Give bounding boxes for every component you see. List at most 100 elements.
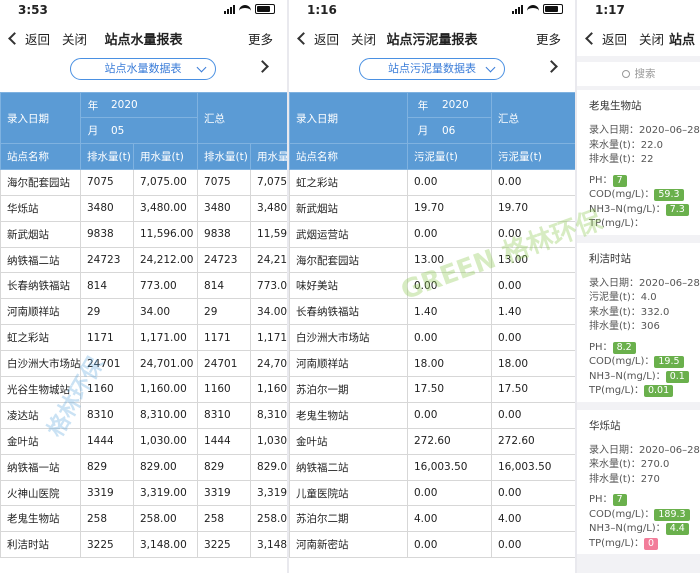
page-title: 站点污泥量报表 xyxy=(386,33,478,48)
entry-date-header: 录入日期 xyxy=(289,92,408,144)
station-detail: 污泥量(t)：4.0 xyxy=(589,292,657,303)
table-row[interactable]: 儿童医院站 0.00 0.00 xyxy=(289,479,575,507)
value-cell: 13.00 xyxy=(407,246,492,274)
wifi-icon xyxy=(527,4,539,14)
year-value[interactable]: 2020 xyxy=(105,99,138,111)
table-row[interactable]: 味好美站 0.00 0.00 xyxy=(289,272,575,300)
value-cell: 1,171.00 xyxy=(132,324,199,352)
cod-label: COD(mg/L)： xyxy=(589,356,655,367)
value-cell: 0.00 xyxy=(491,168,575,196)
table-row[interactable]: 苏泊尔一期 17.50 17.50 xyxy=(289,376,575,403)
station-name-cell: 海尔配套园站 xyxy=(0,168,81,196)
month-value[interactable]: 06 xyxy=(438,125,455,137)
tp-label: TP(mg/L)： xyxy=(589,385,644,396)
value-cell: 8310 xyxy=(197,401,252,429)
value-cell: 0.00 xyxy=(407,272,492,300)
table-row[interactable]: 新武烟站983811,596.00983811,596. xyxy=(0,220,287,248)
ph-row: PH： 7 xyxy=(589,171,700,187)
column-header: 站点名称 xyxy=(289,143,408,170)
status-time: 3:53 xyxy=(18,3,48,17)
table-row[interactable]: 纳铁福一站829829.00829829.00 xyxy=(0,453,287,481)
table-row[interactable]: 虹之彩站11711,171.0011711,171.0 xyxy=(0,324,287,352)
table-row[interactable]: 白沙洲大市场站2470124,701.002470124,701. xyxy=(0,350,287,378)
station-name-cell: 长春纳铁福站 xyxy=(289,298,408,326)
next-chevron-icon[interactable] xyxy=(256,60,269,73)
value-cell: 19.70 xyxy=(491,194,575,222)
table-row[interactable]: 河南新密站 0.00 0.00 xyxy=(289,531,575,559)
table-row[interactable]: 金叶站 272.60 272.60 xyxy=(289,427,575,455)
value-cell: 3,148.00 xyxy=(132,531,199,559)
value-cell: 272.60 xyxy=(407,427,492,455)
table-row[interactable]: 河南顺祥站 18.00 18.00 xyxy=(289,350,575,378)
value-cell: 258.00 xyxy=(250,505,287,533)
value-cell: 4.00 xyxy=(491,505,575,533)
station-card[interactable]: 华烁站 录入日期：2020–06–28 来水量(t)：270.0 排水量(t)：270… xyxy=(577,409,700,554)
value-cell: 773.00 xyxy=(250,272,287,300)
table-row[interactable]: 武烟运营站 0.00 0.00 xyxy=(289,220,575,248)
summary-header: 汇总 xyxy=(197,92,287,144)
next-chevron-icon[interactable] xyxy=(545,60,558,73)
table-row[interactable]: 新武烟站 19.70 19.70 xyxy=(289,194,575,222)
station-card[interactable]: 利洁时站 录入日期：2020–06–28 污泥量(t)：4.0 来水量(t)：332.… xyxy=(577,242,700,402)
value-cell: 1171 xyxy=(80,324,134,352)
value-cell: 24,212 xyxy=(250,246,287,274)
table-row[interactable]: 纳铁福二站2472324,212.002472324,212 xyxy=(0,246,287,274)
value-cell: 19.70 xyxy=(407,194,492,222)
station-detail: 录入日期：2020–06–28 xyxy=(589,444,700,456)
ph-row: PH： 7 xyxy=(589,490,700,506)
table-row[interactable]: 凌达站83108,310.0083108,310.0 xyxy=(0,401,287,429)
back-button[interactable]: 返回 xyxy=(602,29,627,48)
sludge-report-screen: 1:16 返回 关闭 站点污泥量报表 更多 站点污泥量数据表 录入日期 年 20… xyxy=(289,0,575,573)
value-cell: 7075 xyxy=(80,168,134,196)
table-row[interactable]: 光谷生物城站11601,160.0011601,160.0 xyxy=(0,376,287,403)
table-row[interactable]: 金叶站14441,030.0014441,030.0 xyxy=(0,427,287,455)
nh3-label: NH3–N(mg/L)： xyxy=(589,523,666,534)
more-button[interactable]: 更多 xyxy=(536,29,561,48)
table-row[interactable]: 白沙洲大市场站 0.00 0.00 xyxy=(289,324,575,352)
search-input[interactable]: 搜索 xyxy=(577,62,700,86)
station-name-cell: 火神山医院 xyxy=(0,479,81,507)
table-row[interactable]: 华烁站34803,480.0034803,480.0 xyxy=(0,194,287,222)
table-row[interactable]: 苏泊尔二期 4.00 4.00 xyxy=(289,505,575,533)
value-cell: 3480 xyxy=(197,194,252,222)
table-row[interactable]: 海尔配套园站70757,075.0070757,075.0 xyxy=(0,168,287,196)
table-row[interactable]: 利洁时站32253,148.0032253,148.0 xyxy=(0,531,287,559)
value-cell: 258.00 xyxy=(132,505,199,533)
value-cell: 3480 xyxy=(80,194,134,222)
back-chevron-icon[interactable] xyxy=(585,32,598,45)
cod-label: COD(mg/L)： xyxy=(589,508,655,520)
search-icon xyxy=(621,70,630,78)
table-row[interactable]: 老鬼生物站 0.00 0.00 xyxy=(289,401,575,429)
value-cell: 258 xyxy=(80,505,134,533)
value-cell: 29 xyxy=(80,298,134,326)
value-cell: 1160 xyxy=(80,376,134,403)
station-name-cell: 老鬼生物站 xyxy=(0,505,81,533)
station-name-cell: 凌达站 xyxy=(0,401,81,429)
value-cell: 1,030.0 xyxy=(250,427,287,455)
table-row[interactable]: 虹之彩站 0.00 0.00 xyxy=(289,168,575,196)
close-button[interactable]: 关闭 xyxy=(639,29,664,48)
page-title: 站点水量报表 xyxy=(104,33,183,48)
table-row[interactable]: 纳铁福二站 16,003.50 16,003.50 xyxy=(289,453,575,481)
table-row[interactable]: 海尔配套园站 13.00 13.00 xyxy=(289,246,575,274)
station-detail: 录入日期：2020–06–28 xyxy=(589,125,700,136)
report-type-selector[interactable]: 站点水量数据表 xyxy=(70,58,216,80)
table-row[interactable]: 河南顺祥站 29 34.00 29 34.00 xyxy=(0,298,287,326)
cod-row: COD(mg/L)： 59.3 xyxy=(589,185,700,201)
column-header: 污泥量(t) xyxy=(491,143,575,170)
station-card[interactable]: 老鬼生物站 录入日期：2020–06–28 来水量(t)：22.0 排水量(t)：22… xyxy=(577,90,700,235)
more-button[interactable]: 更多 xyxy=(248,29,273,48)
table-row[interactable]: 老鬼生物站258258.00258258.00 xyxy=(0,505,287,533)
value-cell: 1,171.0 xyxy=(250,324,287,352)
value-cell: 0.00 xyxy=(491,324,575,352)
value-cell: 3225 xyxy=(197,531,252,559)
value-cell: 24701 xyxy=(197,350,252,378)
table-row[interactable]: 火神山医院33193,319.0033193,319.0 xyxy=(0,479,287,507)
report-type-selector[interactable]: 站点污泥量数据表 xyxy=(359,58,505,80)
station-detail: 排水量(t)：306 xyxy=(589,321,660,332)
table-row[interactable]: 长春纳铁福站 1.40 1.40 xyxy=(289,298,575,326)
month-value[interactable]: 05 xyxy=(105,125,124,137)
table-row[interactable]: 长春纳铁福站814773.00814773.00 xyxy=(0,272,287,300)
year-value[interactable]: 2020 xyxy=(438,99,469,111)
ph-row: PH： 8.2 xyxy=(589,338,700,354)
